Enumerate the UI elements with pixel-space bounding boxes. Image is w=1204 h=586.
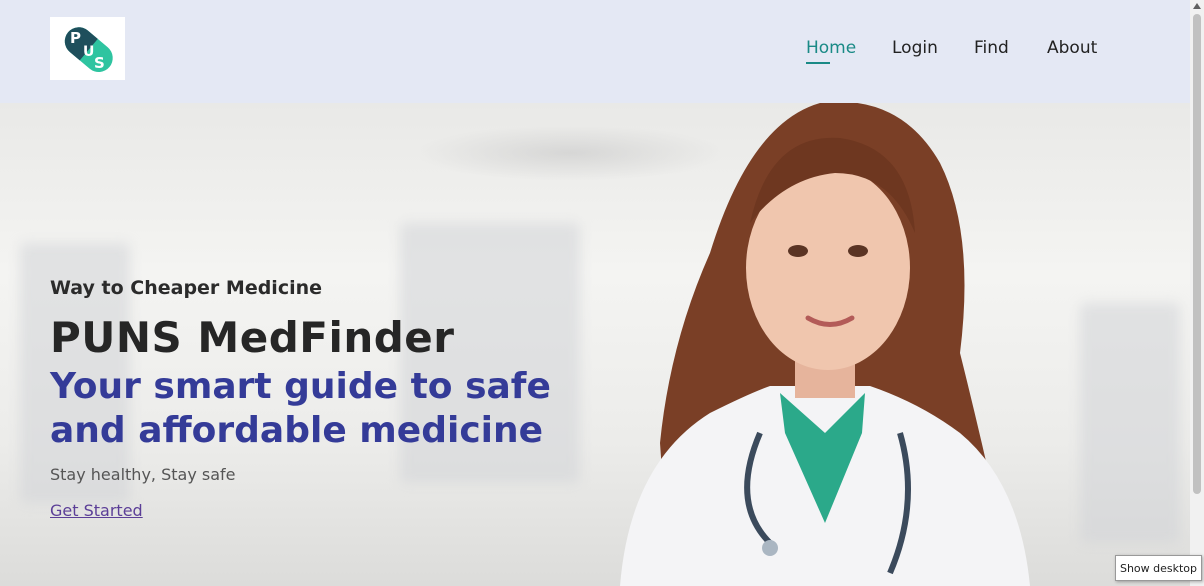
hero-tagline: Your smart guide to safe and affordable … — [50, 366, 551, 451]
hero-eyebrow: Way to Cheaper Medicine — [50, 277, 323, 299]
doctor-photo — [620, 103, 1030, 586]
show-desktop-tooltip: Show desktop — [1115, 555, 1202, 581]
site-header: P U S Home Login Find About — [0, 0, 1190, 103]
nav-home-link[interactable]: Home — [806, 38, 856, 64]
scroll-up-arrow-icon[interactable] — [1193, 3, 1201, 9]
vertical-scrollbar[interactable] — [1190, 0, 1204, 586]
get-started-link[interactable]: Get Started — [50, 501, 143, 520]
hero-section: Way to Cheaper Medicine PUNS MedFinder Y… — [0, 103, 1190, 586]
hero-title: PUNS MedFinder — [50, 313, 455, 362]
nav-about-link[interactable]: About — [1047, 38, 1097, 58]
main-nav: Home Login Find About — [0, 38, 1190, 68]
scrollbar-thumb[interactable] — [1193, 14, 1201, 494]
hero-subtitle: Stay healthy, Stay safe — [50, 465, 236, 484]
background-shelf — [1080, 303, 1180, 543]
nav-find-link[interactable]: Find — [974, 38, 1009, 58]
nav-login-link[interactable]: Login — [892, 38, 938, 58]
